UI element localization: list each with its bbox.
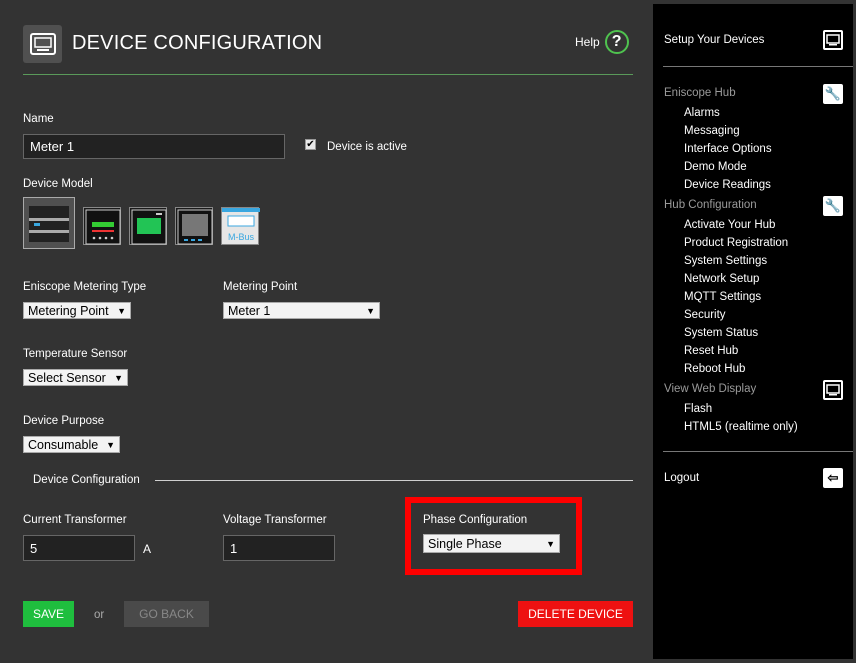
sidebar-item-html5[interactable]: HTML5 (realtime only) (684, 421, 798, 433)
mbus-label: M-Bus (228, 232, 255, 242)
chevron-down-icon: ▼ (117, 305, 126, 316)
help-link[interactable]: Help ? (575, 30, 629, 54)
wrench-icon: 🔧 (823, 84, 843, 104)
save-button[interactable]: SAVE (23, 601, 74, 627)
sidebar-item-messaging[interactable]: Messaging (684, 125, 740, 137)
device-purpose-select[interactable]: Consumable ▼ (23, 436, 120, 453)
sidebar-head-config: Hub Configuration (664, 199, 757, 211)
chevron-down-icon: ▼ (546, 538, 555, 549)
meter-display-grey-icon[interactable] (175, 207, 213, 245)
din-rail-meter-icon[interactable] (23, 197, 75, 249)
chevron-down-icon: ▼ (366, 305, 375, 316)
metering-type-select[interactable]: Metering Point ▼ (23, 302, 131, 319)
go-back-button[interactable]: GO BACK (124, 601, 209, 627)
wrench-icon: 🔧 (823, 196, 843, 216)
device-purpose-value: Consumable (28, 437, 99, 452)
temp-sensor-value: Select Sensor (28, 370, 106, 385)
header-divider (23, 74, 633, 75)
device-model-label: Device Model (23, 178, 93, 190)
help-label[interactable]: Help (575, 35, 600, 49)
metering-type-label: Eniscope Metering Type (23, 281, 147, 293)
monitor-icon (23, 25, 62, 63)
temp-sensor-select[interactable]: Select Sensor ▼ (23, 369, 128, 386)
sidebar-item-registration[interactable]: Product Registration (684, 237, 788, 249)
active-label: Device is active (327, 141, 407, 153)
sidebar-item-logout[interactable]: Logout (664, 472, 699, 484)
device-model-picker: M-Bus (23, 197, 260, 249)
sidebar-item-device-readings[interactable]: Device Readings (684, 179, 771, 191)
sidebar-item-setup[interactable]: Setup Your Devices (664, 34, 764, 46)
sidebar-head-display: View Web Display (664, 383, 757, 395)
phase-label: Phase Configuration (423, 514, 528, 526)
section-title: Device Configuration (33, 474, 140, 486)
device-purpose-label: Device Purpose (23, 415, 105, 427)
logout-icon[interactable]: ⇦ (823, 468, 843, 488)
chevron-down-icon: ▼ (106, 439, 115, 450)
sidebar: Setup Your Devices Eniscope Hub 🔧 Alarms… (653, 4, 853, 659)
sidebar-item-security[interactable]: Security (684, 309, 726, 321)
metering-point-value: Meter 1 (228, 303, 271, 318)
sidebar-head-hub: Eniscope Hub (664, 87, 736, 99)
vt-input[interactable]: 1 (223, 535, 335, 561)
sidebar-item-reboot-hub[interactable]: Reboot Hub (684, 363, 745, 375)
meter-display-green-icon[interactable] (129, 207, 167, 245)
sidebar-item-activate[interactable]: Activate Your Hub (684, 219, 775, 231)
name-label: Name (23, 113, 54, 125)
monitor-icon (823, 380, 843, 400)
monitor-icon[interactable] (823, 30, 843, 50)
delete-device-button[interactable]: DELETE DEVICE (518, 601, 633, 627)
mbus-meter-icon[interactable]: M-Bus (221, 207, 260, 245)
sidebar-item-interface-options[interactable]: Interface Options (684, 143, 772, 155)
sidebar-item-system-settings[interactable]: System Settings (684, 255, 767, 267)
page-title: DEVICE CONFIGURATION (72, 32, 323, 54)
question-circle-icon[interactable]: ? (604, 30, 629, 54)
chevron-down-icon: ▼ (114, 372, 123, 383)
section-divider (155, 480, 633, 481)
phase-select[interactable]: Single Phase ▼ (423, 534, 560, 553)
sidebar-divider (663, 66, 853, 67)
sidebar-item-system-status[interactable]: System Status (684, 327, 758, 339)
metering-type-value: Metering Point (28, 303, 109, 318)
or-text: or (94, 609, 105, 621)
sidebar-item-flash[interactable]: Flash (684, 403, 712, 415)
meter-display-red-icon[interactable] (83, 207, 121, 245)
vt-label: Voltage Transformer (223, 514, 327, 526)
metering-point-label: Metering Point (223, 281, 298, 293)
active-checkbox[interactable]: ✔ (305, 139, 316, 150)
ct-input[interactable]: 5 (23, 535, 135, 561)
sidebar-item-reset-hub[interactable]: Reset Hub (684, 345, 738, 357)
sidebar-divider (663, 451, 853, 452)
ct-unit: A (143, 542, 152, 556)
phase-value: Single Phase (428, 536, 502, 551)
sidebar-item-demo-mode[interactable]: Demo Mode (684, 161, 747, 173)
ct-label: Current Transformer (23, 514, 127, 526)
temp-sensor-label: Temperature Sensor (23, 348, 128, 360)
sidebar-item-alarms[interactable]: Alarms (684, 107, 720, 119)
name-input[interactable]: Meter 1 (23, 134, 285, 159)
main-panel: DEVICE CONFIGURATION Help ? Name Meter 1… (0, 0, 652, 663)
metering-point-select[interactable]: Meter 1 ▼ (223, 302, 380, 319)
sidebar-item-network-setup[interactable]: Network Setup (684, 273, 759, 285)
sidebar-item-mqtt-settings[interactable]: MQTT Settings (684, 291, 761, 303)
